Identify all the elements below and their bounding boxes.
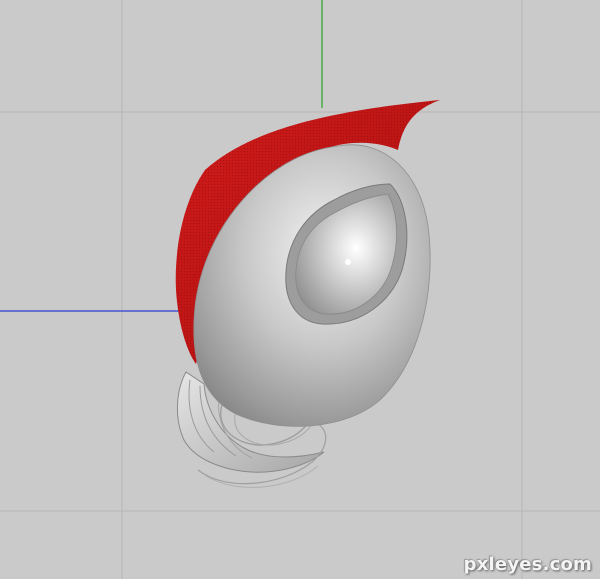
watermark-text: pxleyes.com [463, 554, 592, 575]
3d-viewport[interactable]: pxleyes.com [0, 0, 600, 579]
viewport-canvas[interactable] [0, 0, 600, 579]
eye-highlight [345, 259, 351, 265]
